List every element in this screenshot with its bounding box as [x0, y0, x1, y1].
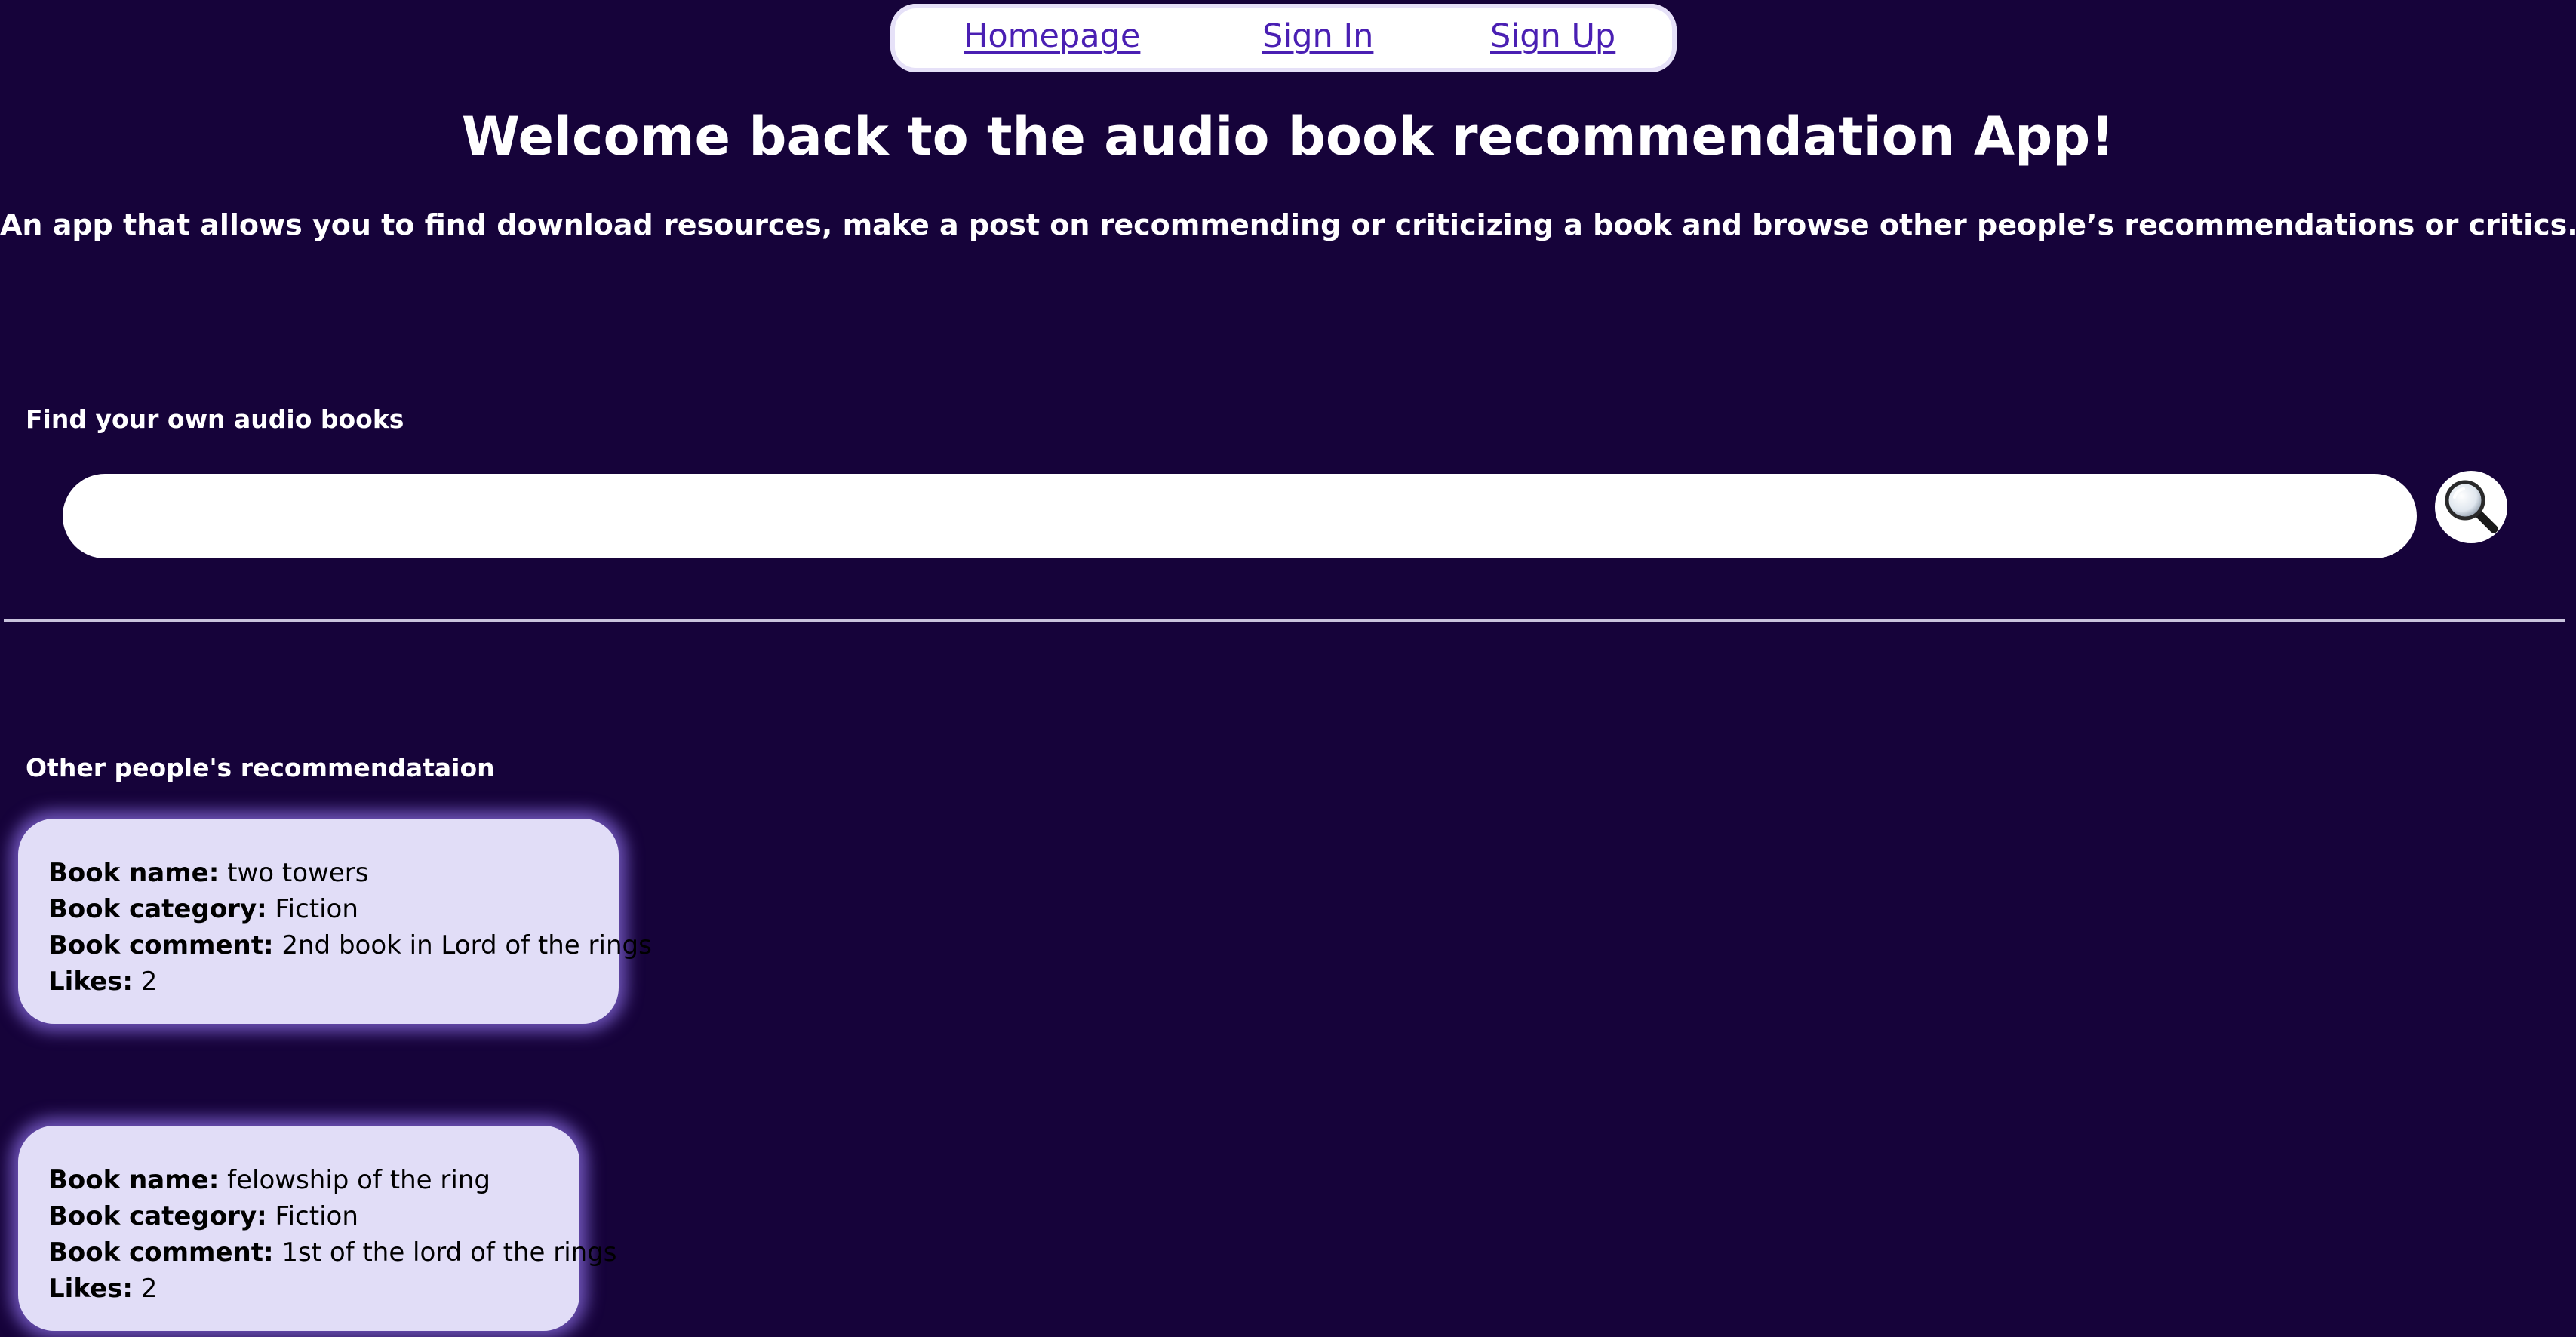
- book-comment-label: Book comment:: [48, 930, 274, 960]
- likes-row: Likes: 2: [48, 1271, 549, 1307]
- page-subtitle: An app that allows you to find download …: [0, 208, 2576, 241]
- book-name-label: Book name:: [48, 858, 220, 888]
- magnifying-glass-icon: [2441, 476, 2501, 539]
- book-comment-row: Book comment: 1st of the lord of the rin…: [48, 1234, 617, 1271]
- book-name-row: Book name: two towers: [48, 855, 589, 891]
- likes-label: Likes:: [48, 967, 133, 997]
- section-divider: [4, 619, 2565, 622]
- book-comment-row: Book comment: 2nd book in Lord of the ri…: [48, 927, 652, 964]
- book-name-value: two towers: [227, 858, 369, 888]
- book-name-label: Book name:: [48, 1165, 220, 1195]
- book-comment-value: 2nd book in Lord of the rings: [281, 930, 652, 960]
- book-category-label: Book category:: [48, 894, 267, 924]
- book-category-row: Book category: Fiction: [48, 1198, 549, 1234]
- top-nav: Homepage Sign In Sign Up: [890, 4, 1677, 72]
- likes-value: 2: [140, 967, 158, 997]
- page-title: Welcome back to the audio book recommend…: [461, 106, 2115, 168]
- search-button[interactable]: [2435, 471, 2507, 543]
- search-input[interactable]: [63, 474, 2417, 558]
- nav-sign-in-link[interactable]: Sign In: [1262, 17, 1373, 55]
- book-name-row: Book name: felowship of the ring: [48, 1162, 549, 1198]
- recommendation-card: Book name: two towers Book category: Fic…: [18, 819, 652, 1024]
- nav-sign-up-link[interactable]: Sign Up: [1490, 17, 1615, 55]
- recommendations-section-label: Other people's recommendataion: [26, 753, 495, 782]
- nav-homepage-link[interactable]: Homepage: [964, 17, 1140, 55]
- likes-value: 2: [140, 1274, 158, 1304]
- book-comment-label: Book comment:: [48, 1237, 274, 1268]
- book-category-value: Fiction: [275, 894, 358, 924]
- likes-label: Likes:: [48, 1274, 133, 1304]
- book-category-value: Fiction: [275, 1201, 358, 1231]
- search-section-label: Find your own audio books: [26, 404, 404, 434]
- book-category-row: Book category: Fiction: [48, 891, 589, 927]
- book-category-label: Book category:: [48, 1201, 267, 1231]
- likes-row: Likes: 2: [48, 964, 589, 1000]
- book-name-value: felowship of the ring: [227, 1165, 490, 1195]
- book-comment-value: 1st of the lord of the rings: [281, 1237, 617, 1268]
- recommendation-card: Book name: felowship of the ring Book ca…: [18, 1126, 617, 1331]
